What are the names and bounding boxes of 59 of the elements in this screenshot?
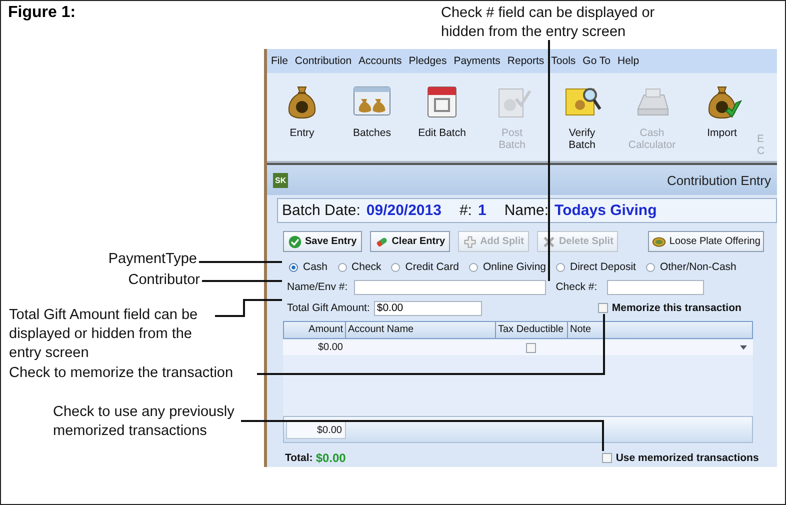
payment-type-radio[interactable]: Direct Deposit <box>556 261 636 273</box>
action-button[interactable]: Loose Plate Offering <box>648 231 764 252</box>
check-number-field[interactable] <box>607 280 704 294</box>
name-env-label: Name/Env #: <box>287 281 348 293</box>
memorize-checkbox[interactable]: Memorize this transaction <box>598 302 742 314</box>
name-env-field[interactable] <box>354 280 546 294</box>
toolbar-button[interactable]: Batches <box>337 81 407 139</box>
callout-text: Total Gift Amount field can be displayed or hidden from the entry screen <box>9 306 199 363</box>
menu-item[interactable]: Go To <box>582 55 610 67</box>
callout-text: PaymentType <box>107 250 197 269</box>
column-header[interactable]: Account Name <box>346 322 496 338</box>
total-gift-label: Total Gift Amount: <box>287 302 370 314</box>
column-header[interactable]: Note <box>568 322 752 338</box>
callout-text: Check to memorize the transaction <box>9 364 234 383</box>
menu-item[interactable]: Tools <box>551 55 576 67</box>
menu-item[interactable]: Accounts <box>358 55 402 67</box>
figure-title: Figure 1: <box>8 4 76 22</box>
batch-name: Todays Giving <box>554 202 657 219</box>
payment-type-radio[interactable]: Check <box>338 261 382 273</box>
app-badge: SK <box>273 172 288 188</box>
callout-text: Check # field can be displayed or hidden from the entry screen <box>441 4 656 42</box>
total-value: $0.00 <box>316 451 346 465</box>
batch-date: 09/20/2013 <box>366 202 442 219</box>
dropdown-arrow-icon[interactable] <box>740 345 747 350</box>
toolbar-button[interactable]: Edit Batch <box>407 81 477 139</box>
payment-type-radio[interactable]: Cash <box>289 261 328 273</box>
action-button[interactable]: Save Entry <box>283 231 362 252</box>
plate-icon <box>652 234 666 248</box>
menu-item[interactable]: File <box>271 55 288 67</box>
menu-item[interactable]: Pledges <box>408 55 447 67</box>
total-label: Total: <box>285 452 313 464</box>
column-header[interactable]: Tax Deductible <box>496 322 568 338</box>
payment-type-radio[interactable]: Credit Card <box>391 261 459 273</box>
use-memorized-checkbox[interactable]: Use memorized transactions <box>602 452 759 464</box>
toolbar-button[interactable]: Entry <box>267 81 337 139</box>
menu-item[interactable]: Reports <box>507 55 544 67</box>
check-number-label: Check #: <box>556 281 598 293</box>
check-circle-icon <box>288 234 302 248</box>
menu-item[interactable]: Help <box>618 55 640 67</box>
callout-text: Contributor <box>127 271 200 290</box>
window-title: Contribution Entry <box>666 172 771 188</box>
callout-text: Check to use any previously memorized transactions <box>53 403 236 441</box>
total-gift-field[interactable]: $0.00 <box>374 300 482 316</box>
batch-number-label: #: <box>459 202 472 219</box>
delete-icon <box>542 234 556 248</box>
tax-deductible-checkbox[interactable] <box>526 342 536 352</box>
toolbar-button[interactable]: Import <box>687 81 757 139</box>
batch-date-label: Batch Date: <box>282 202 360 219</box>
column-header[interactable]: Amount <box>284 322 346 338</box>
batch-number: 1 <box>478 202 486 219</box>
menu-item[interactable]: Payments <box>454 55 500 67</box>
menu-item[interactable]: Contribution <box>294 55 352 67</box>
toolbar-button[interactable]: Verify Batch <box>547 81 617 151</box>
plus-icon <box>463 234 478 248</box>
amount-cell-text: $0.00 <box>316 341 344 355</box>
payment-type-radio[interactable]: Other/Non-Cash <box>646 261 736 273</box>
batch-name-label: Name: <box>504 202 549 219</box>
action-button[interactable]: Clear Entry <box>370 231 450 252</box>
payment-type-radio[interactable]: Online Giving <box>468 261 546 273</box>
